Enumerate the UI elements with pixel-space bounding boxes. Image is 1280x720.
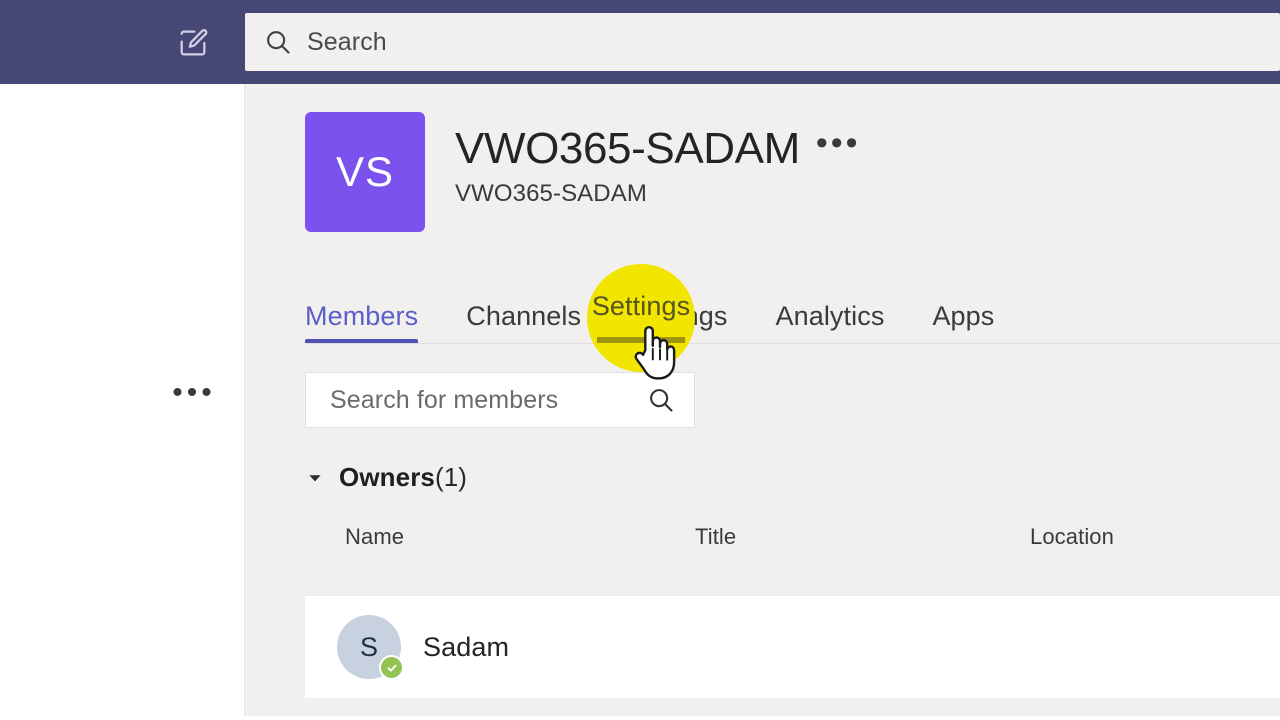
tab-members[interactable]: Members xyxy=(305,301,419,344)
member-search-placeholder: Search for members xyxy=(330,385,559,414)
member-name: Sadam xyxy=(423,631,510,662)
top-bar: Search xyxy=(0,0,1280,84)
column-header-name: Name xyxy=(345,524,405,549)
tab-apps[interactable]: Apps xyxy=(932,301,994,344)
teams-app-window: Search ••• VS VWO365-SADAM ••• VWO365-SA… xyxy=(0,0,1280,720)
search-icon xyxy=(263,27,293,57)
tab-settings[interactable]: Settings xyxy=(629,301,727,344)
team-avatar: VS xyxy=(305,112,425,232)
owners-group-count: (1) xyxy=(434,462,468,492)
members-table-header: Name Title Location xyxy=(305,524,1280,580)
left-sidebar: ••• xyxy=(0,84,245,720)
presence-available-icon xyxy=(379,655,404,680)
column-header-location: Location xyxy=(1030,524,1114,549)
team-title-row: VWO365-SADAM ••• xyxy=(455,124,861,173)
global-search-placeholder: Search xyxy=(307,27,387,56)
team-header: VS VWO365-SADAM ••• VWO365-SADAM xyxy=(305,112,861,232)
global-search-box[interactable]: Search xyxy=(245,13,1280,71)
tabs-divider xyxy=(305,343,1280,344)
compose-pencil-icon[interactable] xyxy=(172,22,214,64)
owners-group-header[interactable]: Owners (1) xyxy=(305,462,467,493)
table-row[interactable]: S Sadam xyxy=(305,595,1280,698)
tab-channels[interactable]: Channels xyxy=(466,301,581,344)
page-title: VWO365-SADAM xyxy=(455,124,800,173)
search-icon[interactable] xyxy=(646,385,676,415)
main-content: VS VWO365-SADAM ••• VWO365-SADAM Members… xyxy=(245,84,1280,720)
search-for-members-input[interactable]: Search for members xyxy=(305,372,695,428)
team-subtitle: VWO365-SADAM xyxy=(455,180,647,208)
window-bottom-edge xyxy=(0,716,1280,720)
column-header-title: Title xyxy=(695,524,737,549)
sidebar-more-options-icon[interactable]: ••• xyxy=(172,378,216,408)
manage-team-tabs: Members Channels Settings Analytics Apps xyxy=(305,296,994,344)
avatar: S xyxy=(337,615,404,680)
team-meta: VWO365-SADAM ••• VWO365-SADAM xyxy=(455,112,861,208)
owners-group-title: Owners xyxy=(339,462,435,492)
tab-analytics[interactable]: Analytics xyxy=(775,301,884,344)
chevron-down-icon[interactable] xyxy=(305,468,325,488)
team-more-options-icon[interactable]: ••• xyxy=(816,126,861,165)
